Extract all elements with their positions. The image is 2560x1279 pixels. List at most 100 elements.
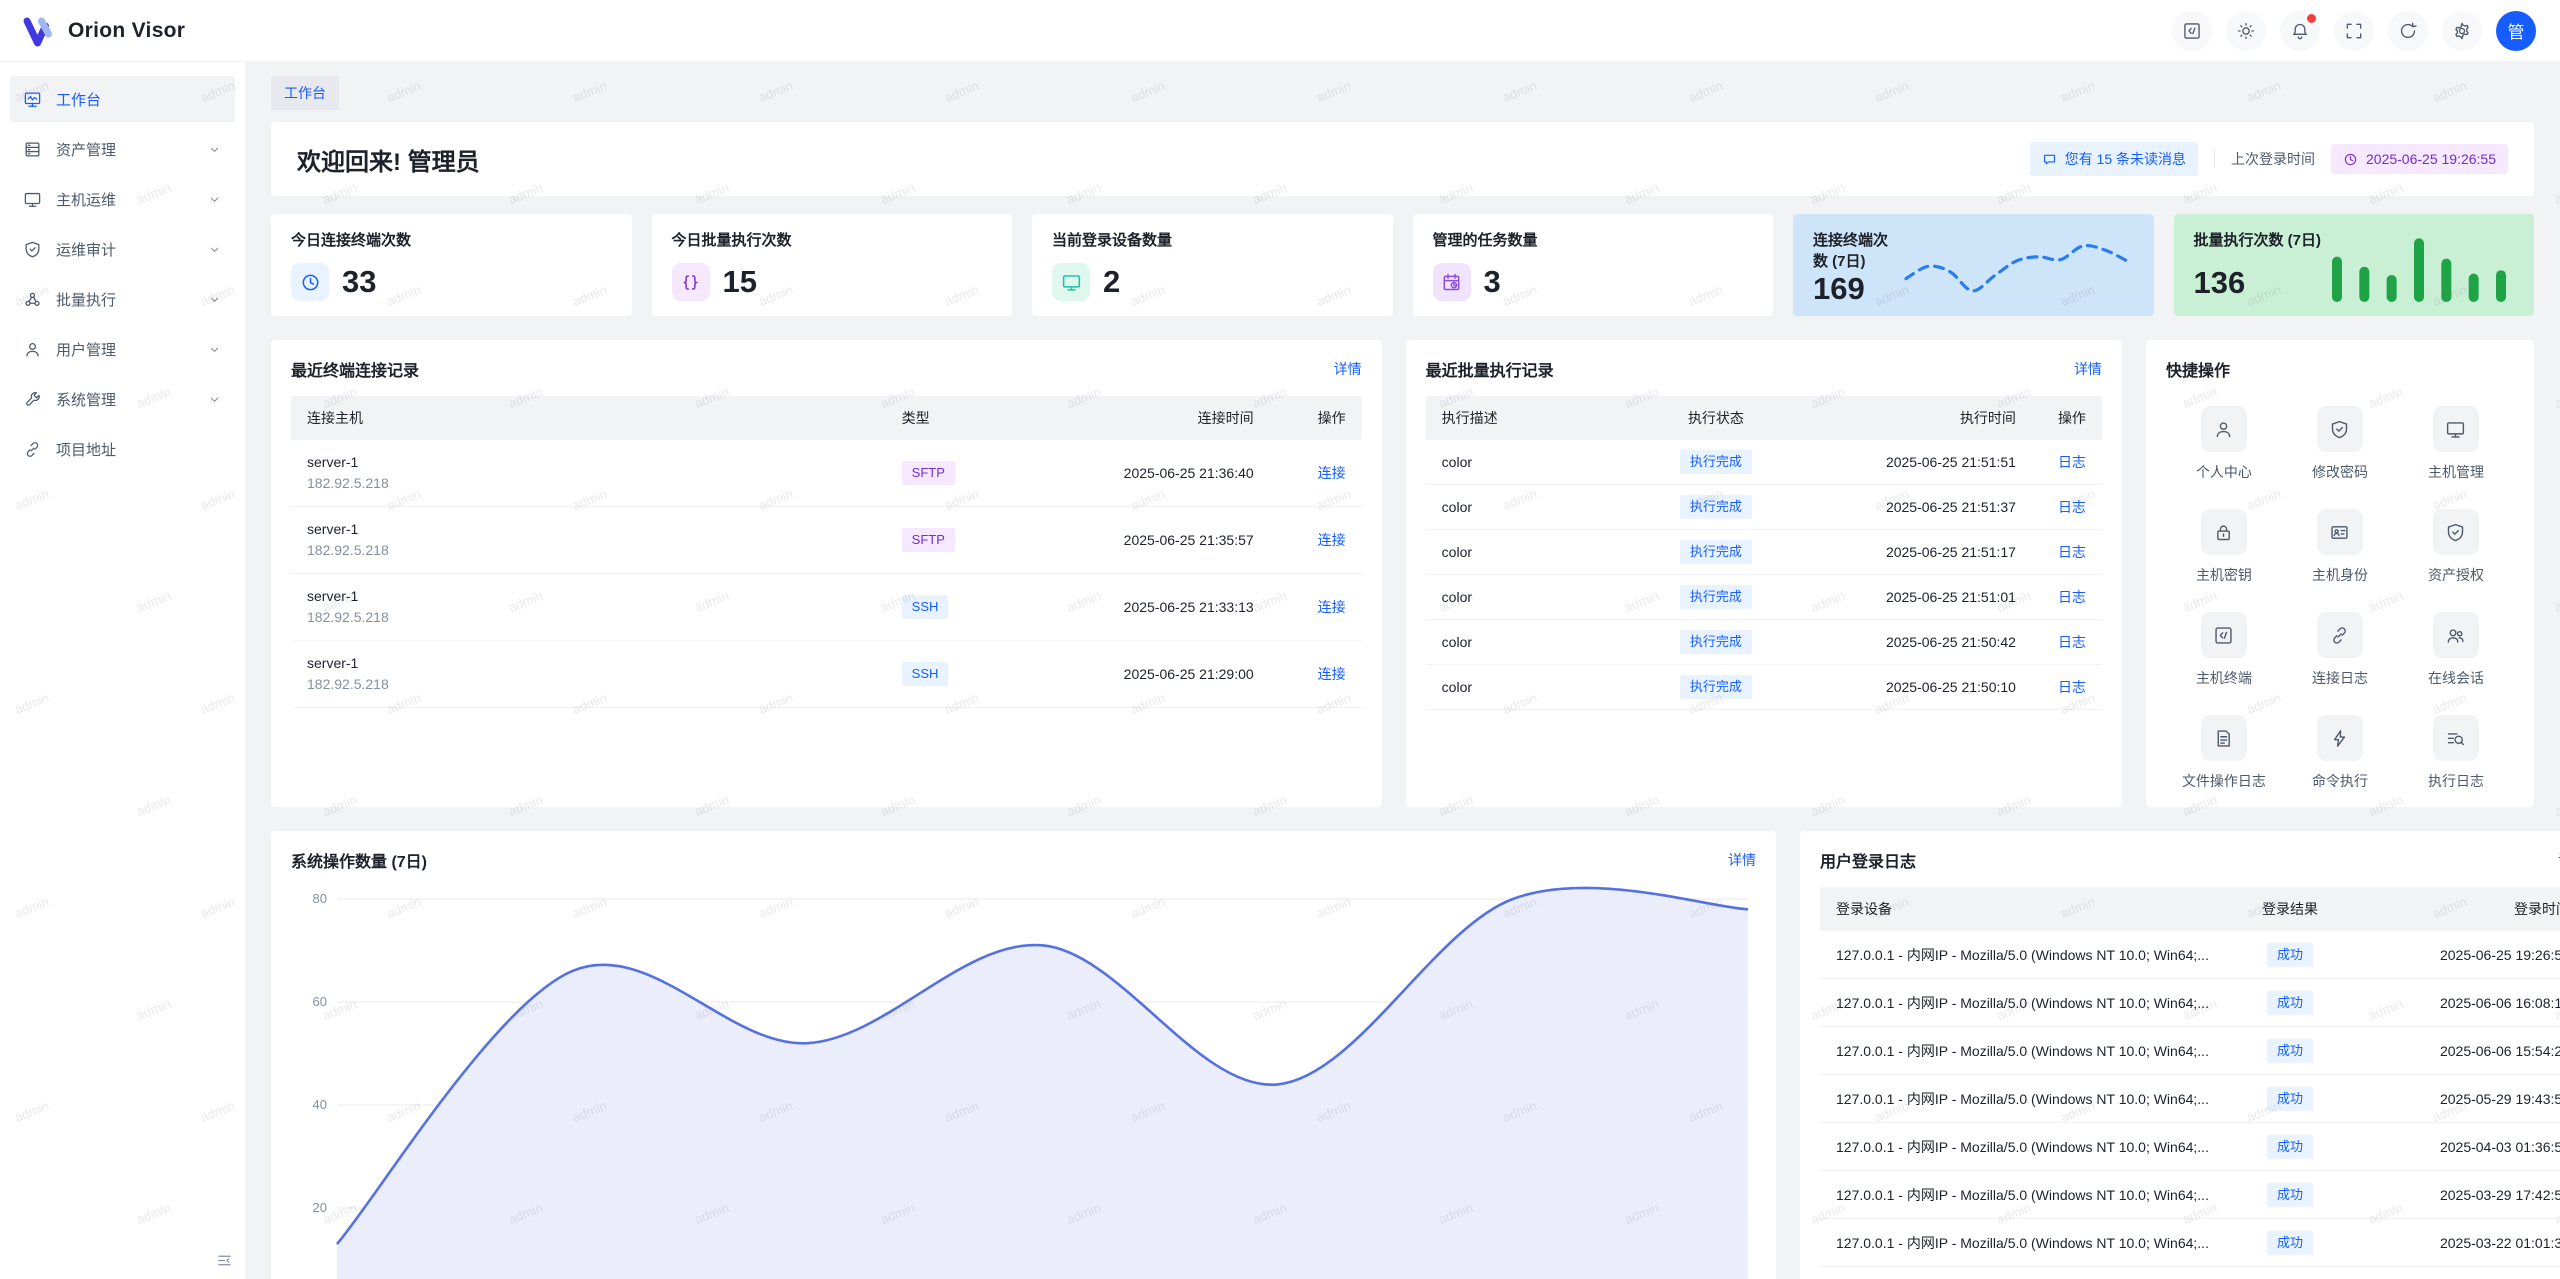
- connect-link[interactable]: 连接: [1318, 666, 1346, 682]
- execution-time: 2025-06-25 21:50:42: [1791, 634, 2016, 650]
- idcard-icon: [2317, 509, 2363, 555]
- log-link[interactable]: 日志: [2058, 454, 2086, 470]
- login-table: 登录设备登录结果登录时间127.0.0.1 - 内网IP - Mozilla/5…: [1820, 887, 2560, 1279]
- settings-icon[interactable]: [2442, 11, 2482, 51]
- log-link[interactable]: 日志: [2058, 589, 2086, 605]
- quick-action-主机密钥[interactable]: 主机密钥: [2166, 509, 2282, 585]
- login-device: 127.0.0.1 - 内网IP - Mozilla/5.0 (Windows …: [1820, 1089, 2225, 1109]
- log-link[interactable]: 日志: [2058, 499, 2086, 515]
- collapse-sidebar-button[interactable]: [216, 1252, 233, 1269]
- sidebar-item-user-management[interactable]: 用户管理: [10, 326, 235, 372]
- breadcrumb-item-workbench[interactable]: 工作台: [271, 76, 339, 110]
- quick-action-在线会话[interactable]: 在线会话: [2398, 612, 2514, 688]
- column-header: 执行状态: [1641, 408, 1791, 428]
- quick-action-主机身份[interactable]: 主机身份: [2282, 509, 2398, 585]
- login-time: 2025-06-25 19:26:55: [2355, 947, 2560, 963]
- stat-label: 今日批量执行次数: [672, 229, 993, 250]
- host-name: server-1: [307, 452, 880, 473]
- quick-action-命令执行[interactable]: 命令执行: [2282, 715, 2398, 791]
- connect-link[interactable]: 连接: [1318, 465, 1346, 481]
- login-result-tag: 成功: [2267, 1087, 2313, 1111]
- quick-actions-grid: 个人中心修改密码主机管理主机密钥主机身份 资产授权主机终端 连接日志在线会话文件操作…: [2166, 406, 2514, 791]
- link-icon: [23, 440, 42, 459]
- quick-action-label: 主机终端: [2196, 668, 2252, 688]
- sidebar-menu: 工作台资产管理主机运维运维审计批量执行用户管理系统管理项目地址: [0, 62, 245, 472]
- connect-link[interactable]: 连接: [1318, 599, 1346, 615]
- execution-time: 2025-06-25 21:50:10: [1791, 679, 2016, 695]
- batch-table: 执行描述执行状态执行时间操作color执行完成2025-06-25 21:51:…: [1426, 396, 2102, 710]
- user-avatar[interactable]: 管: [2496, 11, 2536, 51]
- connect-link[interactable]: 连接: [1318, 532, 1346, 548]
- login-result-tag: 成功: [2267, 1135, 2313, 1159]
- unread-messages-badge[interactable]: 您有 15 条未读消息: [2030, 142, 2198, 176]
- quick-action-连接日志[interactable]: 连接日志: [2282, 612, 2398, 688]
- calendar-icon: [1433, 263, 1471, 301]
- sidebar-item-asset-management[interactable]: 资产管理: [10, 126, 235, 172]
- terminal-detail-link[interactable]: 详情: [1334, 359, 1362, 379]
- batch-records-panel: 最近批量执行记录 详情 执行描述执行状态执行时间操作color执行完成2025-…: [1406, 340, 2122, 807]
- column-header: 执行时间: [1791, 408, 2016, 428]
- stat-card: 管理的任务数量3: [1413, 214, 1774, 316]
- stat-label: 连接终端次数 (7日): [1813, 229, 1899, 271]
- fullscreen-icon[interactable]: [2334, 11, 2374, 51]
- bar-sparkline: [2324, 229, 2514, 301]
- line-sparkline: [1899, 229, 2134, 301]
- quick-action-修改密码[interactable]: 修改密码: [2282, 406, 2398, 482]
- clock-icon: [2343, 152, 2358, 167]
- login-device: 127.0.0.1 - 内网IP - Mozilla/5.0 (Windows …: [1820, 1137, 2225, 1157]
- sidebar-item-workbench[interactable]: 工作台: [10, 76, 235, 122]
- stats-row: 今日连接终端次数33今日批量执行次数15当前登录设备数量2管理的任务数量3连接终…: [271, 214, 2534, 316]
- bottom-row: 系统操作数量 (7日) 详情 0204060802025-06-192025-0…: [271, 831, 2534, 1279]
- chevron-down-icon: [207, 392, 222, 407]
- batch-execution-row: color执行完成2025-06-25 21:50:10日志: [1426, 665, 2102, 710]
- execution-description: color: [1426, 499, 1641, 515]
- terminal-records-panel: 最近终端连接记录 详情 连接主机类型连接时间操作server-1182.92.5…: [271, 340, 1382, 807]
- execution-status-tag: 执行完成: [1680, 450, 1752, 474]
- shield-icon: [2317, 406, 2363, 452]
- user-icon: [2201, 406, 2247, 452]
- message-icon: [2042, 152, 2057, 167]
- quick-actions-panel: 快捷操作 个人中心修改密码主机管理主机密钥主机身份 资产授权主机终端 连接日志在线会…: [2146, 340, 2534, 807]
- sidebar-item-system-management[interactable]: 系统管理: [10, 376, 235, 422]
- monitor-icon: [1052, 263, 1090, 301]
- execution-time: 2025-06-25 21:51:17: [1791, 544, 2016, 560]
- sidebar-item-batch-execution[interactable]: 批量执行: [10, 276, 235, 322]
- terminal-connection-row: server-1182.92.5.218SFTP2025-06-25 21:36…: [291, 440, 1362, 507]
- main-content: 工作台 欢迎回来! 管理员 您有 15 条未读消息 上次登录时间 2025-06…: [245, 62, 2560, 1279]
- sidebar-item-host-operations[interactable]: 主机运维: [10, 176, 235, 222]
- quick-action-label: 文件操作日志: [2182, 771, 2266, 791]
- code-icon[interactable]: [2172, 11, 2212, 51]
- batch-detail-link[interactable]: 详情: [2074, 359, 2102, 379]
- chevron-down-icon: [207, 292, 222, 307]
- login-device: 127.0.0.1 - 内网IP - Mozilla/5.0 (Windows …: [1820, 1233, 2225, 1253]
- ops-detail-link[interactable]: 详情: [1728, 850, 1756, 870]
- breadcrumb: 工作台: [271, 76, 2534, 110]
- batch-execution-row: color执行完成2025-06-25 21:51:17日志: [1426, 530, 2102, 575]
- sidebar-item-ops-audit[interactable]: 运维审计: [10, 226, 235, 272]
- log-link[interactable]: 日志: [2058, 634, 2086, 650]
- quick-action-个人中心[interactable]: 个人中心: [2166, 406, 2282, 482]
- panel-title: 快捷操作: [2166, 357, 2230, 381]
- execution-status-tag: 执行完成: [1680, 540, 1752, 564]
- quick-action-label: 主机身份: [2312, 565, 2368, 585]
- column-header: 操作: [1260, 408, 1362, 428]
- log-link[interactable]: 日志: [2058, 544, 2086, 560]
- quick-action-主机终端[interactable]: 主机终端: [2166, 612, 2282, 688]
- notifications-icon[interactable]: [2280, 11, 2320, 51]
- quick-action-资产授权[interactable]: 资产授权: [2398, 509, 2514, 585]
- log-link[interactable]: 日志: [2058, 679, 2086, 695]
- last-login-time-badge: 2025-06-25 19:26:55: [2331, 144, 2508, 174]
- host-name: server-1: [307, 519, 880, 540]
- execution-status-tag: 执行完成: [1680, 675, 1752, 699]
- login-device: 127.0.0.1 - 内网IP - Mozilla/5.0 (Windows …: [1820, 1041, 2225, 1061]
- theme-icon[interactable]: [2226, 11, 2266, 51]
- quick-action-文件操作日志[interactable]: 文件操作日志: [2166, 715, 2282, 791]
- batch-execution-row: color执行完成2025-06-25 21:50:42日志: [1426, 620, 2102, 665]
- login-log-row: 127.0.0.1 - 内网IP - Mozilla/5.0 (Windows …: [1820, 979, 2560, 1027]
- quick-action-执行日志[interactable]: 执行日志: [2398, 715, 2514, 791]
- quick-action-主机管理[interactable]: 主机管理: [2398, 406, 2514, 482]
- refresh-icon[interactable]: [2388, 11, 2428, 51]
- column-header: 登录时间: [2355, 899, 2560, 919]
- sidebar-item-project-url[interactable]: 项目地址: [10, 426, 235, 472]
- monitor-icon: [2433, 406, 2479, 452]
